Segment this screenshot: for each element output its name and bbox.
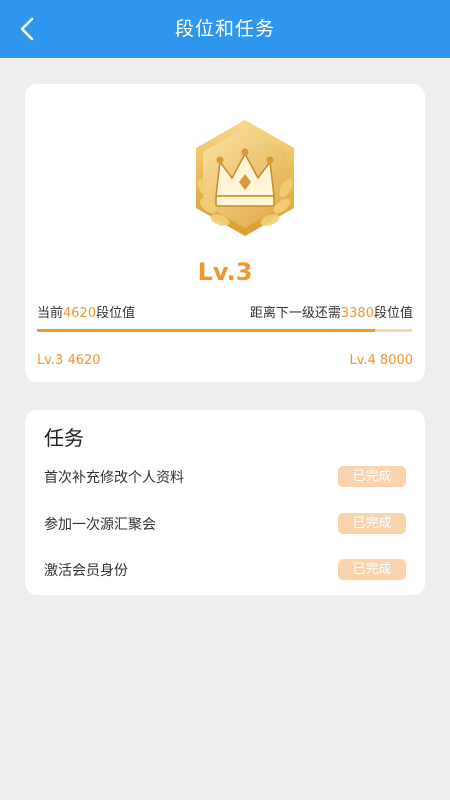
points-to-next-level: 距离下一级还需3380段位值	[249, 306, 413, 321]
level-card: Lv.3 当前4620段位值 距离下一级还需3380段位值 Lv.3 4620 …	[25, 84, 425, 382]
level-min-label: Lv.3 4620	[37, 353, 101, 368]
level-progress-bar	[37, 329, 412, 332]
level-name: Lv.3	[197, 258, 253, 286]
task-item[interactable]: 参加一次源汇聚会 已完成	[25, 510, 425, 540]
task-label: 激活会员身份	[44, 563, 128, 579]
page-title: 段位和任务	[174, 18, 275, 40]
task-item[interactable]: 激活会员身份 已完成	[25, 556, 425, 586]
task-section-title: 任务	[44, 426, 84, 450]
task-status-badge: 已完成	[338, 466, 406, 487]
task-card: 任务 首次补充修改个人资料 已完成 参加一次源汇聚会 已完成 激活会员身份 已完…	[25, 410, 425, 595]
crown-badge-icon	[196, 120, 294, 236]
top-bar: 段位和任务	[0, 0, 450, 58]
level-progress-fill	[37, 329, 375, 332]
task-status-badge: 已完成	[338, 559, 406, 580]
level-max-label: Lv.4 8000	[349, 353, 413, 368]
task-label: 参加一次源汇聚会	[44, 517, 156, 533]
current-points: 当前4620段位值	[37, 306, 136, 321]
task-item[interactable]: 首次补充修改个人资料 已完成	[25, 463, 425, 493]
task-label: 首次补充修改个人资料	[44, 470, 184, 486]
task-status-badge: 已完成	[338, 513, 406, 534]
